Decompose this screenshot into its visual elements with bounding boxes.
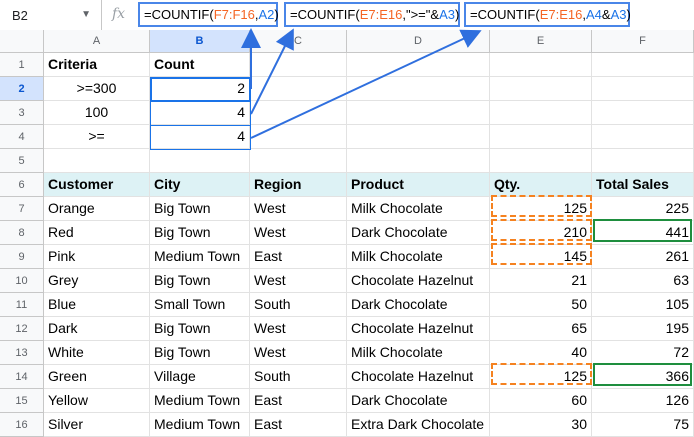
- arrow-b3-to-formula-2: [250, 28, 294, 115]
- callout-arrows: [241, 28, 482, 139]
